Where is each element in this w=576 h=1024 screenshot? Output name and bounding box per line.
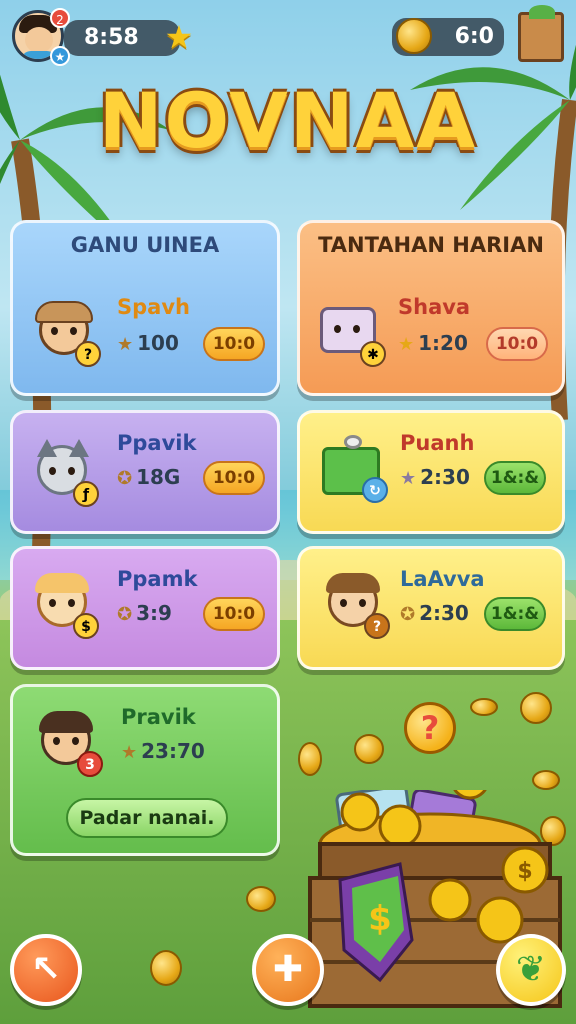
card-time-button[interactable]: 1&:& <box>484 597 546 631</box>
score-value: 8:58 <box>84 25 139 50</box>
card-name: LaAvva <box>400 567 485 591</box>
coin-icon <box>520 692 552 724</box>
star-icon: ★ <box>164 18 194 56</box>
card-stat: ★ 2:30 <box>400 465 470 489</box>
card-name: Puanh <box>400 431 475 455</box>
card-name: Ppamk <box>117 567 198 591</box>
card-time-button[interactable]: 10:0 <box>203 461 265 495</box>
card-time-button[interactable]: 10:0 <box>486 327 548 361</box>
card-name: Spavh <box>117 295 190 319</box>
card-daily-right[interactable]: TANTAHAN HARIAN ✱ Shava ★ 1:20 10:0 <box>297 220 565 396</box>
character-cat-girl: ? <box>322 569 390 639</box>
character-cat: ƒ <box>31 437 99 507</box>
card-cat[interactable]: ƒ Ppavik ✪ 18G 10:0 <box>10 410 280 534</box>
card-cat-girl[interactable]: ? LaAvva ✪ 2:30 1&:& <box>297 546 565 670</box>
character-badge-icon: $ <box>73 613 99 639</box>
card-stat: ★ 1:20 <box>398 331 468 355</box>
card-stat: ★ 100 <box>117 331 179 355</box>
card-name: Ppavik <box>117 431 197 455</box>
card-time-button[interactable]: 10:0 <box>203 327 265 361</box>
card-stat-value: 3:9 <box>136 601 172 625</box>
star-outline-icon: ✪ <box>117 604 133 625</box>
coin-icon <box>396 18 432 54</box>
coin-icon <box>532 770 560 790</box>
star-outline-icon: ★ <box>117 334 134 355</box>
card-time-button[interactable]: 10:0 <box>203 597 265 631</box>
star-outline-icon: ✪ <box>400 604 416 625</box>
card-name: Pravik <box>121 705 196 729</box>
card-stat-value: 2:30 <box>419 601 469 625</box>
card-stat-value: 100 <box>137 331 179 355</box>
character-badge-icon: ✱ <box>360 341 386 367</box>
claim-button[interactable]: Padar nanai. <box>66 798 228 838</box>
character-boy: 3 <box>35 707 103 777</box>
game-title: NOVNAA <box>98 76 478 165</box>
svg-text:$: $ <box>368 899 392 939</box>
card-stat-value: 1:20 <box>418 331 468 355</box>
card-time-button[interactable]: 1&:& <box>484 461 546 495</box>
character-badge-icon: ? <box>75 341 101 367</box>
card-stat: ✪ 2:30 <box>400 601 469 625</box>
character-badge-icon: ? <box>364 613 390 639</box>
card-stat-value: 2:30 <box>420 465 470 489</box>
leaf-icon[interactable]: ❦ <box>496 934 566 1006</box>
character-robot: ✱ <box>318 297 386 367</box>
character-explorer: ? <box>33 297 101 367</box>
star-icon: ★ <box>398 334 415 355</box>
coins-value: 6:0 <box>454 24 494 49</box>
character-badge-icon: 3 <box>77 751 103 777</box>
star-outline-icon: ★ <box>121 742 138 763</box>
card-header-right: TANTAHAN HARIAN <box>318 233 544 257</box>
card-name: Shava <box>398 295 471 319</box>
star-outline-icon: ✪ <box>117 468 133 489</box>
notification-badge[interactable]: 2 <box>50 8 70 28</box>
card-stat-value: 18G <box>136 465 181 489</box>
card-stat: ★ 23:70 <box>121 739 205 763</box>
card-gift[interactable]: ↻ Puanh ★ 2:30 1&:& <box>297 410 565 534</box>
coin-icon <box>150 950 182 986</box>
character-badge-icon: ƒ <box>73 481 99 507</box>
character-fox-girl: $ <box>31 569 99 639</box>
question-coin-icon[interactable]: ? <box>404 702 456 754</box>
card-stat: ✪ 18G <box>117 465 180 489</box>
card-fox[interactable]: $ Ppamk ✪ 3:9 10:0 <box>10 546 280 670</box>
coin-icon <box>246 886 276 912</box>
card-daily-left[interactable]: GANU UINEA ? Spavh ★ 100 10:0 <box>10 220 280 396</box>
back-arrow-icon[interactable]: ↖ <box>10 934 82 1006</box>
card-stat: ✪ 3:9 <box>117 601 172 625</box>
level-badge: ★ <box>50 46 70 66</box>
card-header-left: GANU UINEA <box>70 233 220 257</box>
star-icon: ★ <box>400 468 417 489</box>
refresh-icon: ↻ <box>362 477 388 503</box>
shop-crate-icon[interactable] <box>518 5 564 62</box>
coin-icon <box>470 698 498 716</box>
coin-icon <box>354 734 384 764</box>
puzzle-icon[interactable]: ✚ <box>252 934 324 1006</box>
svg-text:$: $ <box>517 859 532 884</box>
character-gift-box: ↻ <box>320 433 388 503</box>
avatar-face <box>25 27 53 53</box>
coin-icon <box>298 742 322 776</box>
card-stat-value: 23:70 <box>141 739 205 763</box>
